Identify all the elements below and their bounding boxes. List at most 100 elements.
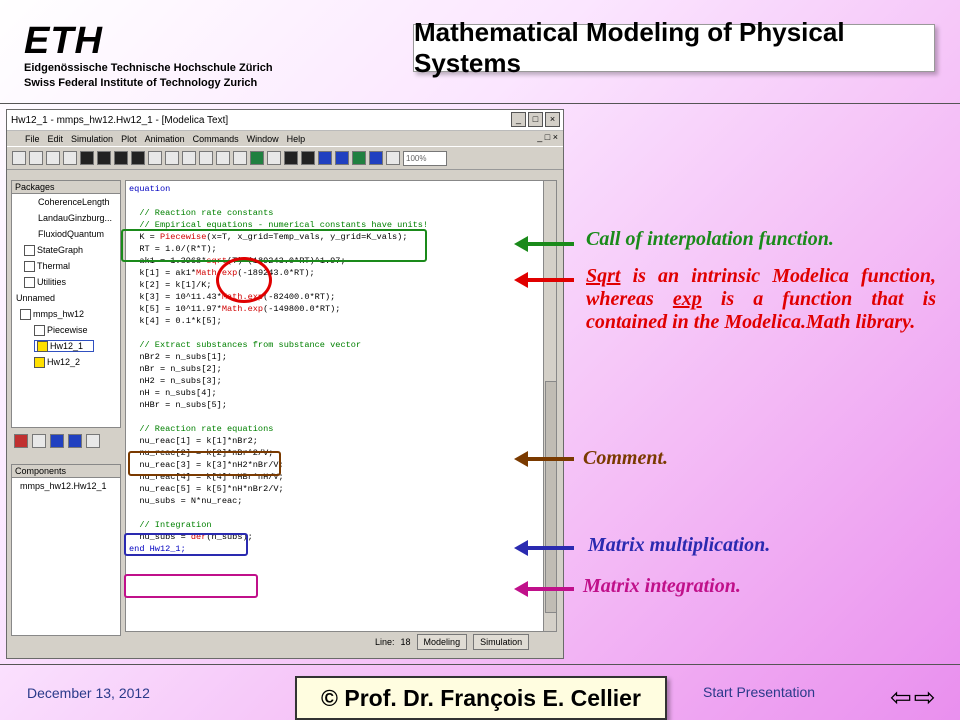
code-line: equation — [129, 184, 171, 194]
polygon-tool-icon[interactable] — [131, 151, 145, 165]
documentation-icon[interactable] — [369, 151, 383, 165]
forward-tab-icon[interactable] — [68, 434, 82, 448]
minimize-button[interactable]: _ — [511, 112, 526, 127]
packages-header: Packages — [12, 181, 120, 194]
code-line: nBr = n_subs[2]; — [129, 364, 222, 374]
interpolation-note: Call of interpolation function. — [586, 228, 834, 250]
matint-highlight — [124, 574, 258, 598]
menu-simulation[interactable]: Simulation — [71, 134, 113, 144]
maximize-button[interactable]: □ — [528, 112, 543, 127]
check-icon[interactable] — [233, 151, 247, 165]
footer-divider — [0, 664, 960, 665]
slide-title: Mathematical Modeling of Physical System… — [413, 17, 935, 78]
model-icon — [34, 357, 45, 369]
left-panel: Packages CoherenceLength LandauGinzburg.… — [11, 180, 121, 645]
menu-help[interactable]: Help — [287, 134, 306, 144]
tree-item-hw12-1[interactable]: Hw12_1 — [16, 338, 120, 354]
back-tab-icon[interactable] — [50, 434, 64, 448]
eth-logo: ETH Eidgenössische Technische Hochschule… — [24, 22, 273, 90]
menu-commands[interactable]: Commands — [193, 134, 239, 144]
forward-arrow-icon[interactable]: ⇨ — [914, 682, 936, 713]
text-view-icon[interactable] — [386, 151, 400, 165]
tree-item-coherencelength[interactable]: CoherenceLength — [16, 194, 120, 210]
bitmap-tool-icon[interactable] — [165, 151, 179, 165]
simulation-button[interactable]: Simulation — [473, 634, 530, 650]
close-button[interactable]: × — [545, 112, 560, 127]
info-icon[interactable] — [352, 151, 366, 165]
wrench-icon[interactable] — [86, 434, 100, 448]
menu-window[interactable]: Window — [247, 134, 279, 144]
print-icon[interactable] — [63, 151, 77, 165]
arrow-left-icon[interactable] — [267, 151, 281, 165]
window-titlebar: Hw12_1 - mmps_hw12.Hw12_1 - [Modelica Te… — [7, 110, 563, 131]
new-icon[interactable] — [12, 151, 26, 165]
tree-item-unnamed[interactable]: Unnamed — [16, 290, 120, 306]
arrow-forward-icon[interactable] — [301, 151, 315, 165]
tree-item-mmps-hw12[interactable]: mmps_hw12 — [16, 306, 120, 322]
matint-arrow — [514, 581, 574, 597]
code-line: k[2] = k[1]/K; — [129, 280, 212, 290]
diagram-icon[interactable] — [335, 151, 349, 165]
fill-color-icon[interactable] — [199, 151, 213, 165]
header-divider — [0, 103, 960, 104]
line-tool-icon[interactable] — [80, 151, 94, 165]
code-line: nBr2 = n_subs[1]; — [129, 352, 227, 362]
window-title: Hw12_1 - mmps_hw12.Hw12_1 - [Modelica Te… — [11, 114, 229, 126]
search-icon[interactable] — [46, 151, 60, 165]
open-icon[interactable] — [29, 151, 43, 165]
interpolation-highlight — [121, 229, 427, 262]
line-label: Line: — [375, 637, 395, 647]
status-bar: Line: 18 Modeling Simulation — [125, 630, 555, 654]
arrow-back-icon[interactable] — [284, 151, 298, 165]
browser-tabs — [11, 430, 121, 452]
tree-item-hw12-2[interactable]: Hw12_2 — [16, 354, 120, 370]
tree-item-landauginzburg[interactable]: LandauGinzburg... — [16, 210, 120, 226]
tree-item-thermal[interactable]: Thermal — [16, 258, 120, 274]
tree-item-piecewise[interactable]: Piecewise — [16, 322, 120, 338]
tree-item-stategraph[interactable]: StateGraph — [16, 242, 120, 258]
back-arrow-icon[interactable]: ⇦ — [890, 682, 912, 713]
scrollbar-thumb[interactable] — [545, 381, 557, 613]
sqrt-note: Sqrt is an intrinsic Modelica function, … — [586, 265, 936, 333]
code-line: nu_reac[5] = k[5]*nH*nBr2/V; — [129, 484, 284, 494]
code-line: nHBr = n_subs[5]; — [129, 400, 227, 410]
component-icon[interactable] — [318, 151, 332, 165]
menu-file[interactable]: File — [25, 134, 40, 144]
component-browser: Components mmps_hw12.Hw12_1 — [11, 464, 121, 636]
menu-plot[interactable]: Plot — [121, 134, 137, 144]
navigation: ⇦ ⇨ — [890, 682, 936, 713]
comment-arrow — [514, 451, 574, 467]
tree-item-fluxiodquantum[interactable]: FluxiodQuantum — [16, 226, 120, 242]
toolbar: 100% — [7, 146, 563, 170]
start-presentation-link[interactable]: Start Presentation — [703, 684, 815, 700]
menu-edit[interactable]: Edit — [48, 134, 64, 144]
package-tab-icon[interactable] — [14, 434, 28, 448]
code-line: // Integration — [129, 520, 212, 530]
model-icon — [37, 341, 48, 353]
line-color-icon[interactable] — [182, 151, 196, 165]
rectangle-tool-icon[interactable] — [97, 151, 111, 165]
zoom-select[interactable]: 100% — [403, 150, 447, 166]
vertical-scrollbar[interactable] — [543, 181, 557, 631]
matmul-highlight — [124, 533, 248, 556]
code-line: k[5] = 10^11.97*Math.exp(-149800.0*RT); — [129, 304, 341, 314]
modeling-button[interactable]: Modeling — [416, 634, 468, 650]
ellipse-tool-icon[interactable] — [114, 151, 128, 165]
function-icon — [34, 325, 45, 337]
eth-line-2: Swiss Federal Institute of Technology Zu… — [24, 77, 258, 89]
dymola-window: Hw12_1 - mmps_hw12.Hw12_1 - [Modelica Te… — [6, 109, 564, 659]
text-tool-icon[interactable] — [148, 151, 162, 165]
tree-item-utilities[interactable]: Utilities — [16, 274, 120, 290]
menu-animation[interactable]: Animation — [145, 134, 185, 144]
run-icon[interactable] — [250, 151, 264, 165]
code-line: // Reaction rate equations — [129, 424, 274, 434]
code-line: nu_reac[1] = k[1]*nBr2; — [129, 436, 258, 446]
document-controls[interactable]: _ □ × — [537, 132, 558, 142]
sqrt-arrow — [514, 272, 574, 288]
code-line: // Reaction rate constants — [129, 208, 274, 218]
eth-logo-word: ETH — [24, 20, 103, 62]
grid-icon[interactable] — [216, 151, 230, 165]
grid-tab-icon[interactable] — [32, 434, 46, 448]
component-item[interactable]: mmps_hw12.Hw12_1 — [16, 478, 120, 494]
package-icon — [24, 261, 35, 273]
